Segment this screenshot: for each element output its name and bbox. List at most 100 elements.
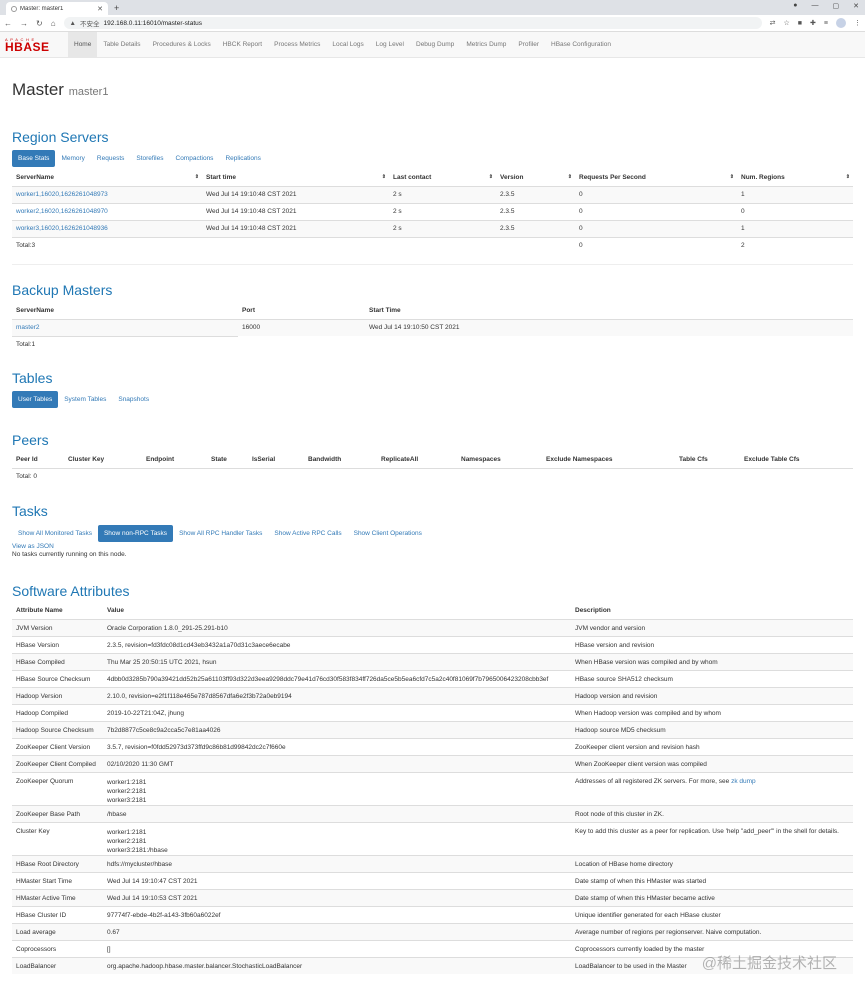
tab-system-tables[interactable]: System Tables xyxy=(58,391,112,408)
tab-rpc-handler-tasks[interactable]: Show All RPC Handler Tasks xyxy=(173,525,268,542)
nav-table-details[interactable]: Table Details xyxy=(97,32,146,57)
profile-dot-icon[interactable]: ● xyxy=(793,2,797,10)
tab-base-stats[interactable]: Base Stats xyxy=(12,150,56,167)
tables-tabs: User Tables System Tables Snapshots xyxy=(12,391,853,408)
menu-list-icon[interactable]: ≡ xyxy=(824,20,828,27)
peers-heading: Peers xyxy=(12,432,49,448)
col-cluster-key: Cluster Key xyxy=(64,452,142,469)
table-row: ZooKeeper Quorum worker1:2181 worker2:218… xyxy=(12,771,853,805)
table-cell: Hadoop source MD5 checksum xyxy=(571,720,853,738)
tab-replications[interactable]: Replications xyxy=(219,150,266,167)
new-tab-icon[interactable]: + xyxy=(114,3,119,13)
region-servers-heading: Region Servers xyxy=(12,129,109,145)
nav-local-logs[interactable]: Local Logs xyxy=(326,32,369,57)
avatar[interactable] xyxy=(836,18,846,28)
table-cell: Root node of this cluster in ZK. xyxy=(571,804,853,822)
table-cell: Thu Mar 25 20:50:15 UTC 2021, hsun xyxy=(103,652,571,670)
tab-active-rpc-calls[interactable]: Show Active RPC Calls xyxy=(268,525,347,542)
col-requests-per-second[interactable]: Requests Per Second ⇕ xyxy=(575,170,737,187)
tab-non-rpc-tasks[interactable]: Show non-RPC Tasks xyxy=(97,525,174,542)
page-subtitle: master1 xyxy=(68,86,109,98)
table-cell: JVM Version xyxy=(12,618,103,636)
server-link[interactable]: worker2,16020,1626261048970 xyxy=(16,208,108,215)
nav-profiler[interactable]: Profiler xyxy=(512,32,545,57)
table-cell xyxy=(496,236,575,254)
tab-client-operations[interactable]: Show Client Operations xyxy=(348,525,428,542)
star-icon[interactable]: ☆ xyxy=(784,19,790,27)
server-link[interactable]: worker3,16020,1626261048936 xyxy=(16,225,108,232)
backup-masters-heading: Backup Masters xyxy=(12,282,113,298)
table-cell: HMaster Start Time xyxy=(12,871,103,889)
nav-hbase-configuration[interactable]: HBase Configuration xyxy=(545,32,617,57)
total-row: Total:3 0 2 xyxy=(12,236,853,254)
table-cell: ZooKeeper Quorum xyxy=(12,771,103,805)
table-cell: Date stamp of when this HMaster was star… xyxy=(571,871,853,889)
table-cell: Addresses of all registered ZK servers. … xyxy=(571,771,853,805)
address-bar-row: ← → ↻ ⌂ ▲ 不安全 192.168.0.11:16010/master-… xyxy=(0,15,865,32)
tab-storefiles[interactable]: Storefiles xyxy=(130,150,169,167)
nav-process-metrics[interactable]: Process Metrics xyxy=(268,32,326,57)
nav-home[interactable]: Home xyxy=(68,32,98,57)
table-cell: worker1:2181 worker2:2181 worker3:2181 xyxy=(103,771,571,805)
sort-icon: ⇕ xyxy=(567,174,572,180)
view-as-json-link[interactable]: View as JSON xyxy=(12,543,54,550)
table-cell: Location of HBase home directory xyxy=(571,854,853,872)
table-row: JVM Version Oracle Corporation 1.8.0_291-… xyxy=(12,618,853,636)
browser-tab[interactable]: Master: master1 ✕ xyxy=(6,2,108,15)
url-input[interactable]: ▲ 不安全 192.168.0.11:16010/master-status xyxy=(63,17,762,29)
nav-hbck-report[interactable]: HBCK Report xyxy=(217,32,268,57)
table-cell: 97774f7-ebde-4b2f-a143-3fb60a6022ef xyxy=(103,905,571,923)
table-row: HBase Root Directory hdfs://mycluster/hba… xyxy=(12,854,853,872)
table-cell: Wed Jul 14 19:10:53 CST 2021 xyxy=(103,888,571,906)
table-row: HMaster Active Time Wed Jul 14 19:10:53 C… xyxy=(12,888,853,906)
server-link[interactable]: master2 xyxy=(16,324,39,331)
table-cell: 3.5.7, revision=f0fdd52973d373ffd9c86b81… xyxy=(103,737,571,755)
tab-requests[interactable]: Requests xyxy=(91,150,130,167)
server-link[interactable]: worker1,16020,1626261048973 xyxy=(16,191,108,198)
tab-user-tables[interactable]: User Tables xyxy=(12,391,59,408)
region-servers-table: ServerName ⇕ Start time ⇕ Last contact ⇕ Ve… xyxy=(12,170,853,254)
table-row: ZooKeeper Client Compiled 02/10/2020 11:3… xyxy=(12,754,853,772)
tab-compactions[interactable]: Compactions xyxy=(170,150,220,167)
close-tab-icon[interactable]: ✕ xyxy=(97,5,103,13)
reload-icon[interactable]: ↻ xyxy=(36,19,43,28)
puzzle-icon[interactable]: ✚ xyxy=(810,19,816,27)
extension-icon[interactable]: ■ xyxy=(798,20,802,27)
minimize-icon[interactable]: — xyxy=(812,2,819,10)
table-cell: HBase source SHA512 checksum xyxy=(571,669,853,687)
tab-snapshots[interactable]: Snapshots xyxy=(112,391,155,408)
col-start-time[interactable]: Start time ⇕ xyxy=(202,170,389,187)
forward-icon[interactable]: → xyxy=(20,19,28,28)
table-cell: Unique identifier generated for each HBa… xyxy=(571,905,853,923)
nav-metrics-dump[interactable]: Metrics Dump xyxy=(460,32,512,57)
back-icon[interactable]: ← xyxy=(4,19,12,28)
col-servername[interactable]: ServerName ⇕ xyxy=(12,170,202,187)
tab-memory[interactable]: Memory xyxy=(55,150,90,167)
close-window-icon[interactable]: ✕ xyxy=(853,2,859,10)
table-row: Hadoop Version 2.10.0, revision=e2f1f118e… xyxy=(12,686,853,704)
col-num-regions[interactable]: Num. Regions ⇕ xyxy=(737,170,853,187)
nav-debug-dump[interactable]: Debug Dump xyxy=(410,32,460,57)
maximize-icon[interactable]: ▢ xyxy=(833,2,840,10)
translate-icon[interactable]: ⇄ xyxy=(770,19,776,27)
nav-log-level[interactable]: Log Level xyxy=(370,32,410,57)
hbase-logo[interactable]: APACHE HBASE xyxy=(0,32,68,57)
home-icon[interactable]: ⌂ xyxy=(51,19,56,28)
tables-heading: Tables xyxy=(12,370,53,386)
col-replicateall: ReplicateAll xyxy=(377,452,457,469)
table-cell xyxy=(238,336,365,353)
col-state: State xyxy=(207,452,248,469)
tab-all-monitored-tasks[interactable]: Show All Monitored Tasks xyxy=(12,525,98,542)
col-version[interactable]: Version ⇕ xyxy=(496,170,575,187)
total-row: Total:1 xyxy=(12,335,853,353)
table-cell: master2 xyxy=(12,318,238,336)
nav-procedures-locks[interactable]: Procedures & Locks xyxy=(147,32,217,57)
col-last-contact[interactable]: Last contact ⇕ xyxy=(389,170,496,187)
zk-dump-link[interactable]: zk dump xyxy=(731,778,756,785)
col-peer-id: Peer Id xyxy=(12,452,64,469)
table-row: ZooKeeper Base Path/hbase Root node of th… xyxy=(12,804,853,822)
warning-icon: ▲ xyxy=(69,19,76,27)
more-icon[interactable]: ⋮ xyxy=(854,19,861,27)
table-cell: HBase Source Checksum xyxy=(12,669,103,687)
col-port: Port xyxy=(238,303,365,320)
